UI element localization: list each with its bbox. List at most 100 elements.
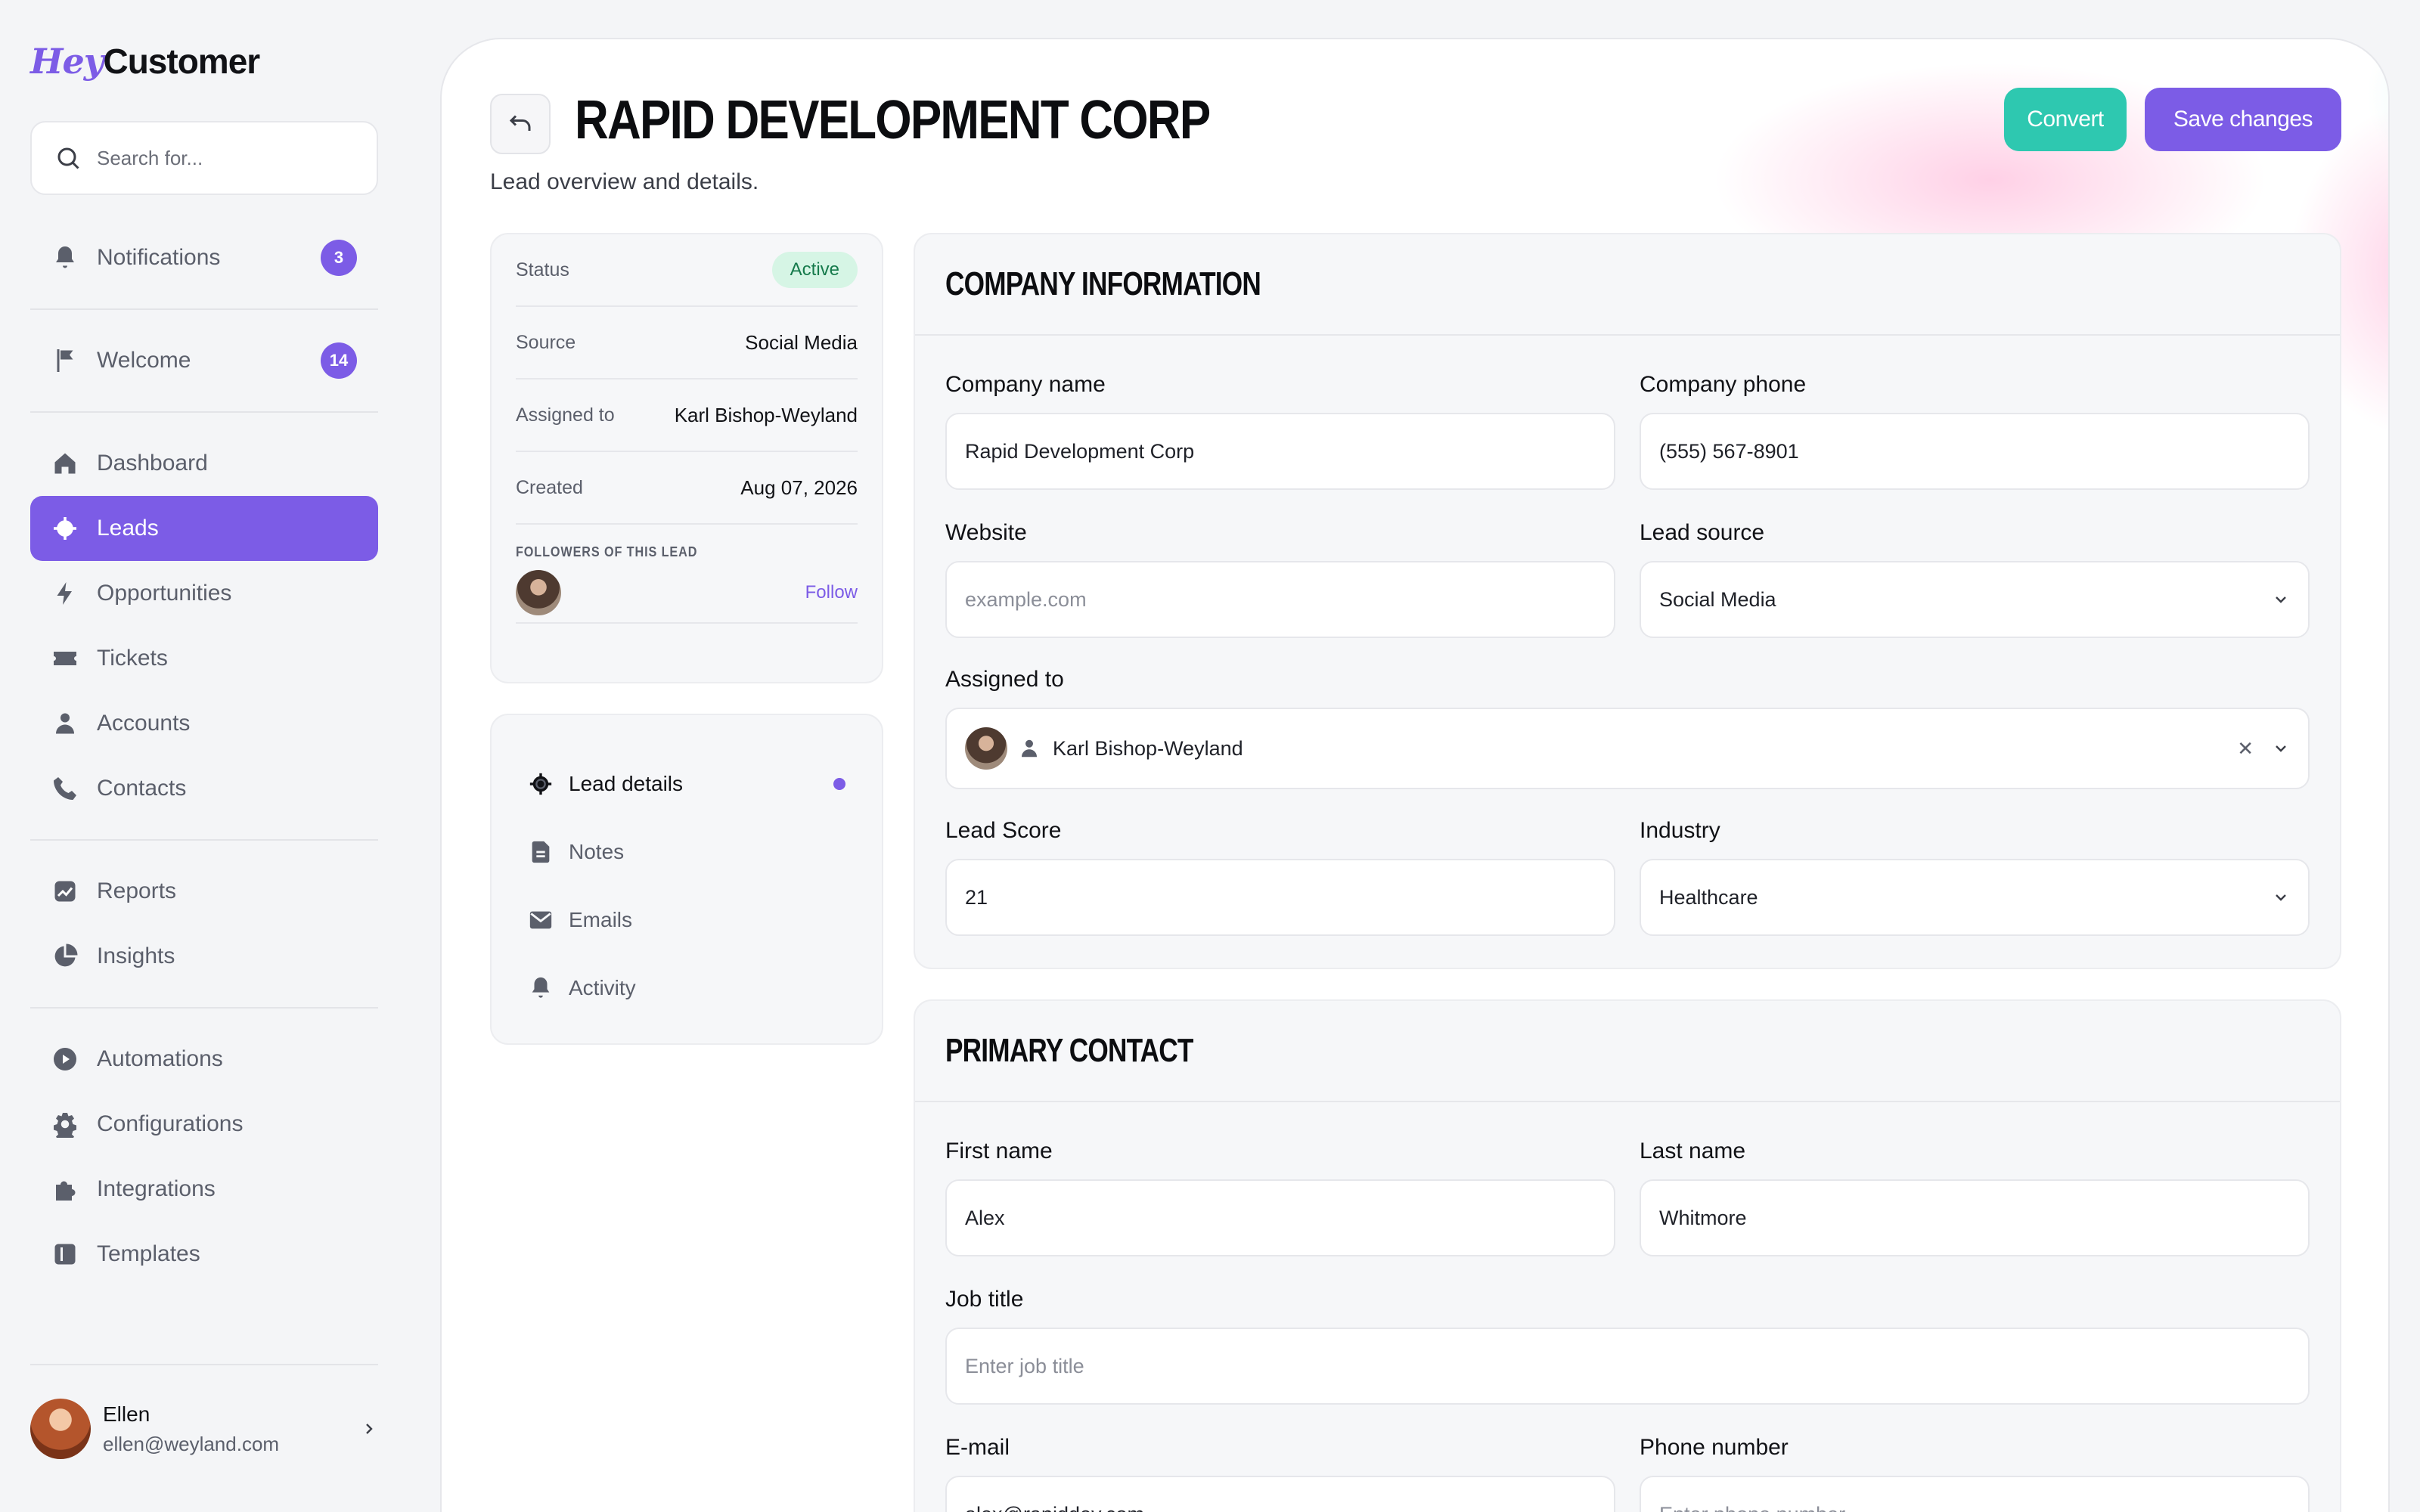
lead-source-select[interactable]: Social Media bbox=[1640, 561, 2310, 638]
menu-notes[interactable]: Notes bbox=[528, 818, 845, 886]
user-profile[interactable]: Ellen ellen@weyland.com bbox=[30, 1391, 378, 1467]
nav-integrations-label: Integrations bbox=[97, 1176, 216, 1201]
note-icon bbox=[532, 841, 550, 863]
gear-icon bbox=[54, 1113, 76, 1138]
follow-link[interactable]: Follow bbox=[805, 582, 858, 603]
follower-avatar[interactable] bbox=[516, 570, 561, 615]
source-label: Source bbox=[516, 331, 576, 353]
search-box[interactable] bbox=[30, 121, 378, 195]
assigned-to-value: Karl Bishop-Weyland bbox=[1053, 736, 1243, 760]
lead-score-input[interactable]: 21 bbox=[945, 859, 1615, 936]
puzzle-icon bbox=[56, 1181, 76, 1201]
nav-insights-label: Insights bbox=[97, 943, 175, 968]
job-title-field: Job title Enter job title bbox=[945, 1287, 2310, 1405]
clear-icon[interactable]: ✕ bbox=[2237, 737, 2254, 761]
home-icon bbox=[54, 453, 76, 474]
search-input[interactable] bbox=[97, 146, 354, 170]
assigned-to-field: Assigned to Karl Bishop-Weyland ✕ bbox=[945, 667, 2310, 789]
app-logo[interactable]: HeyCustomer bbox=[30, 41, 260, 82]
pie-chart-icon bbox=[54, 943, 78, 967]
first-name-input[interactable]: Alex bbox=[945, 1179, 1615, 1256]
divider bbox=[30, 1364, 378, 1365]
last-name-input[interactable]: Whitmore bbox=[1640, 1179, 2310, 1256]
last-name-field: Last name Whitmore bbox=[1640, 1139, 2310, 1256]
status-label: Status bbox=[516, 259, 569, 280]
phone-icon bbox=[54, 777, 76, 800]
nav-opportunities[interactable]: Opportunities bbox=[30, 561, 378, 626]
nav-insights[interactable]: Insights bbox=[30, 924, 378, 989]
phone-number-label: Phone number bbox=[1640, 1435, 1789, 1460]
industry-value: Healthcare bbox=[1659, 885, 1758, 909]
source-value: Social Media bbox=[745, 330, 858, 354]
website-input[interactable]: example.com bbox=[945, 561, 1615, 638]
nav-reports[interactable]: Reports bbox=[30, 859, 378, 924]
chevron-down-icon bbox=[2276, 894, 2286, 901]
assignee-avatar bbox=[965, 727, 1007, 770]
nav-automations[interactable]: Automations bbox=[30, 1027, 378, 1092]
page-title: RAPID DEVELOPMENT CORP bbox=[575, 90, 1211, 150]
website-label: Website bbox=[945, 520, 1027, 545]
nav-templates[interactable]: Templates bbox=[30, 1222, 378, 1287]
logo-customer: Customer bbox=[103, 42, 260, 81]
created-label: Created bbox=[516, 476, 583, 498]
email-input[interactable]: alex@rapiddev.com bbox=[945, 1476, 1615, 1512]
lead-source-field: Lead source Social Media bbox=[1640, 520, 2310, 638]
nav-integrations[interactable]: Integrations bbox=[30, 1157, 378, 1222]
divider bbox=[30, 1007, 378, 1009]
job-title-input[interactable]: Enter job title bbox=[945, 1328, 2310, 1405]
summary-assigned-row: Assigned to Karl Bishop-Weyland bbox=[516, 380, 858, 452]
phone-number-field: Phone number Enter phone number bbox=[1640, 1435, 2310, 1512]
back-button[interactable] bbox=[490, 94, 551, 154]
nav-reports-label: Reports bbox=[97, 878, 177, 903]
divider bbox=[30, 411, 378, 413]
company-information-section: COMPANY INFORMATION Company name Rapid D… bbox=[914, 233, 2341, 969]
convert-button[interactable]: Convert bbox=[2004, 88, 2127, 151]
menu-lead-details[interactable]: Lead details bbox=[528, 750, 845, 818]
company-phone-input[interactable]: (555) 567-8901 bbox=[1640, 413, 2310, 490]
user-email: ellen@weyland.com bbox=[103, 1432, 280, 1455]
menu-emails[interactable]: Emails bbox=[528, 886, 845, 954]
nav-notifications[interactable]: Notifications 3 bbox=[30, 225, 378, 290]
status-badge: Active bbox=[771, 252, 858, 288]
nav-dashboard-label: Dashboard bbox=[97, 451, 208, 476]
nav-leads-label: Leads bbox=[97, 516, 159, 541]
menu-activity[interactable]: Activity bbox=[528, 954, 845, 1022]
lead-summary-card: Status Active Source Social Media Assign… bbox=[490, 233, 883, 683]
industry-select[interactable]: Healthcare bbox=[1640, 859, 2310, 936]
person-icon bbox=[1022, 739, 1037, 758]
nav-tickets[interactable]: Tickets bbox=[30, 626, 378, 691]
crosshair-icon bbox=[54, 517, 76, 540]
last-name-label: Last name bbox=[1640, 1139, 1746, 1163]
chevron-right-icon bbox=[366, 1424, 373, 1434]
summary-source-row: Source Social Media bbox=[516, 307, 858, 380]
divider bbox=[30, 839, 378, 841]
ticket-icon bbox=[54, 652, 76, 665]
email-label: E-mail bbox=[945, 1435, 1010, 1460]
menu-notes-label: Notes bbox=[569, 840, 625, 863]
contact-section-title: PRIMARY CONTACT bbox=[945, 1032, 1193, 1069]
assigned-label: Assigned to bbox=[516, 404, 615, 426]
nav-configurations[interactable]: Configurations bbox=[30, 1092, 378, 1157]
nav-contacts[interactable]: Contacts bbox=[30, 756, 378, 821]
nav-dashboard[interactable]: Dashboard bbox=[30, 431, 378, 496]
phone-number-input[interactable]: Enter phone number bbox=[1640, 1476, 2310, 1512]
active-indicator-dot bbox=[833, 778, 845, 790]
chevron-down-icon bbox=[2276, 596, 2286, 603]
nav-accounts[interactable]: Accounts bbox=[30, 691, 378, 756]
nav-templates-label: Templates bbox=[97, 1241, 200, 1266]
save-changes-button[interactable]: Save changes bbox=[2145, 88, 2341, 151]
user-icon bbox=[56, 713, 74, 734]
page-subtitle: Lead overview and details. bbox=[490, 169, 759, 194]
assigned-to-select[interactable]: Karl Bishop-Weyland ✕ bbox=[945, 708, 2310, 789]
divider bbox=[30, 308, 378, 310]
company-phone-label: Company phone bbox=[1640, 372, 1807, 397]
logo-hey: Hey bbox=[30, 41, 104, 82]
nav-leads[interactable]: Leads bbox=[30, 496, 378, 561]
primary-contact-section: PRIMARY CONTACT First name Alex Last nam… bbox=[914, 999, 2341, 1512]
nav-welcome[interactable]: Welcome 14 bbox=[30, 328, 378, 393]
assigned-to-label: Assigned to bbox=[945, 667, 1064, 692]
undo-arrow-icon bbox=[509, 115, 531, 131]
first-name-label: First name bbox=[945, 1139, 1053, 1163]
company-name-input[interactable]: Rapid Development Corp bbox=[945, 413, 1615, 490]
main-panel: RAPID DEVELOPMENT CORP Lead overview and… bbox=[440, 38, 2390, 1512]
